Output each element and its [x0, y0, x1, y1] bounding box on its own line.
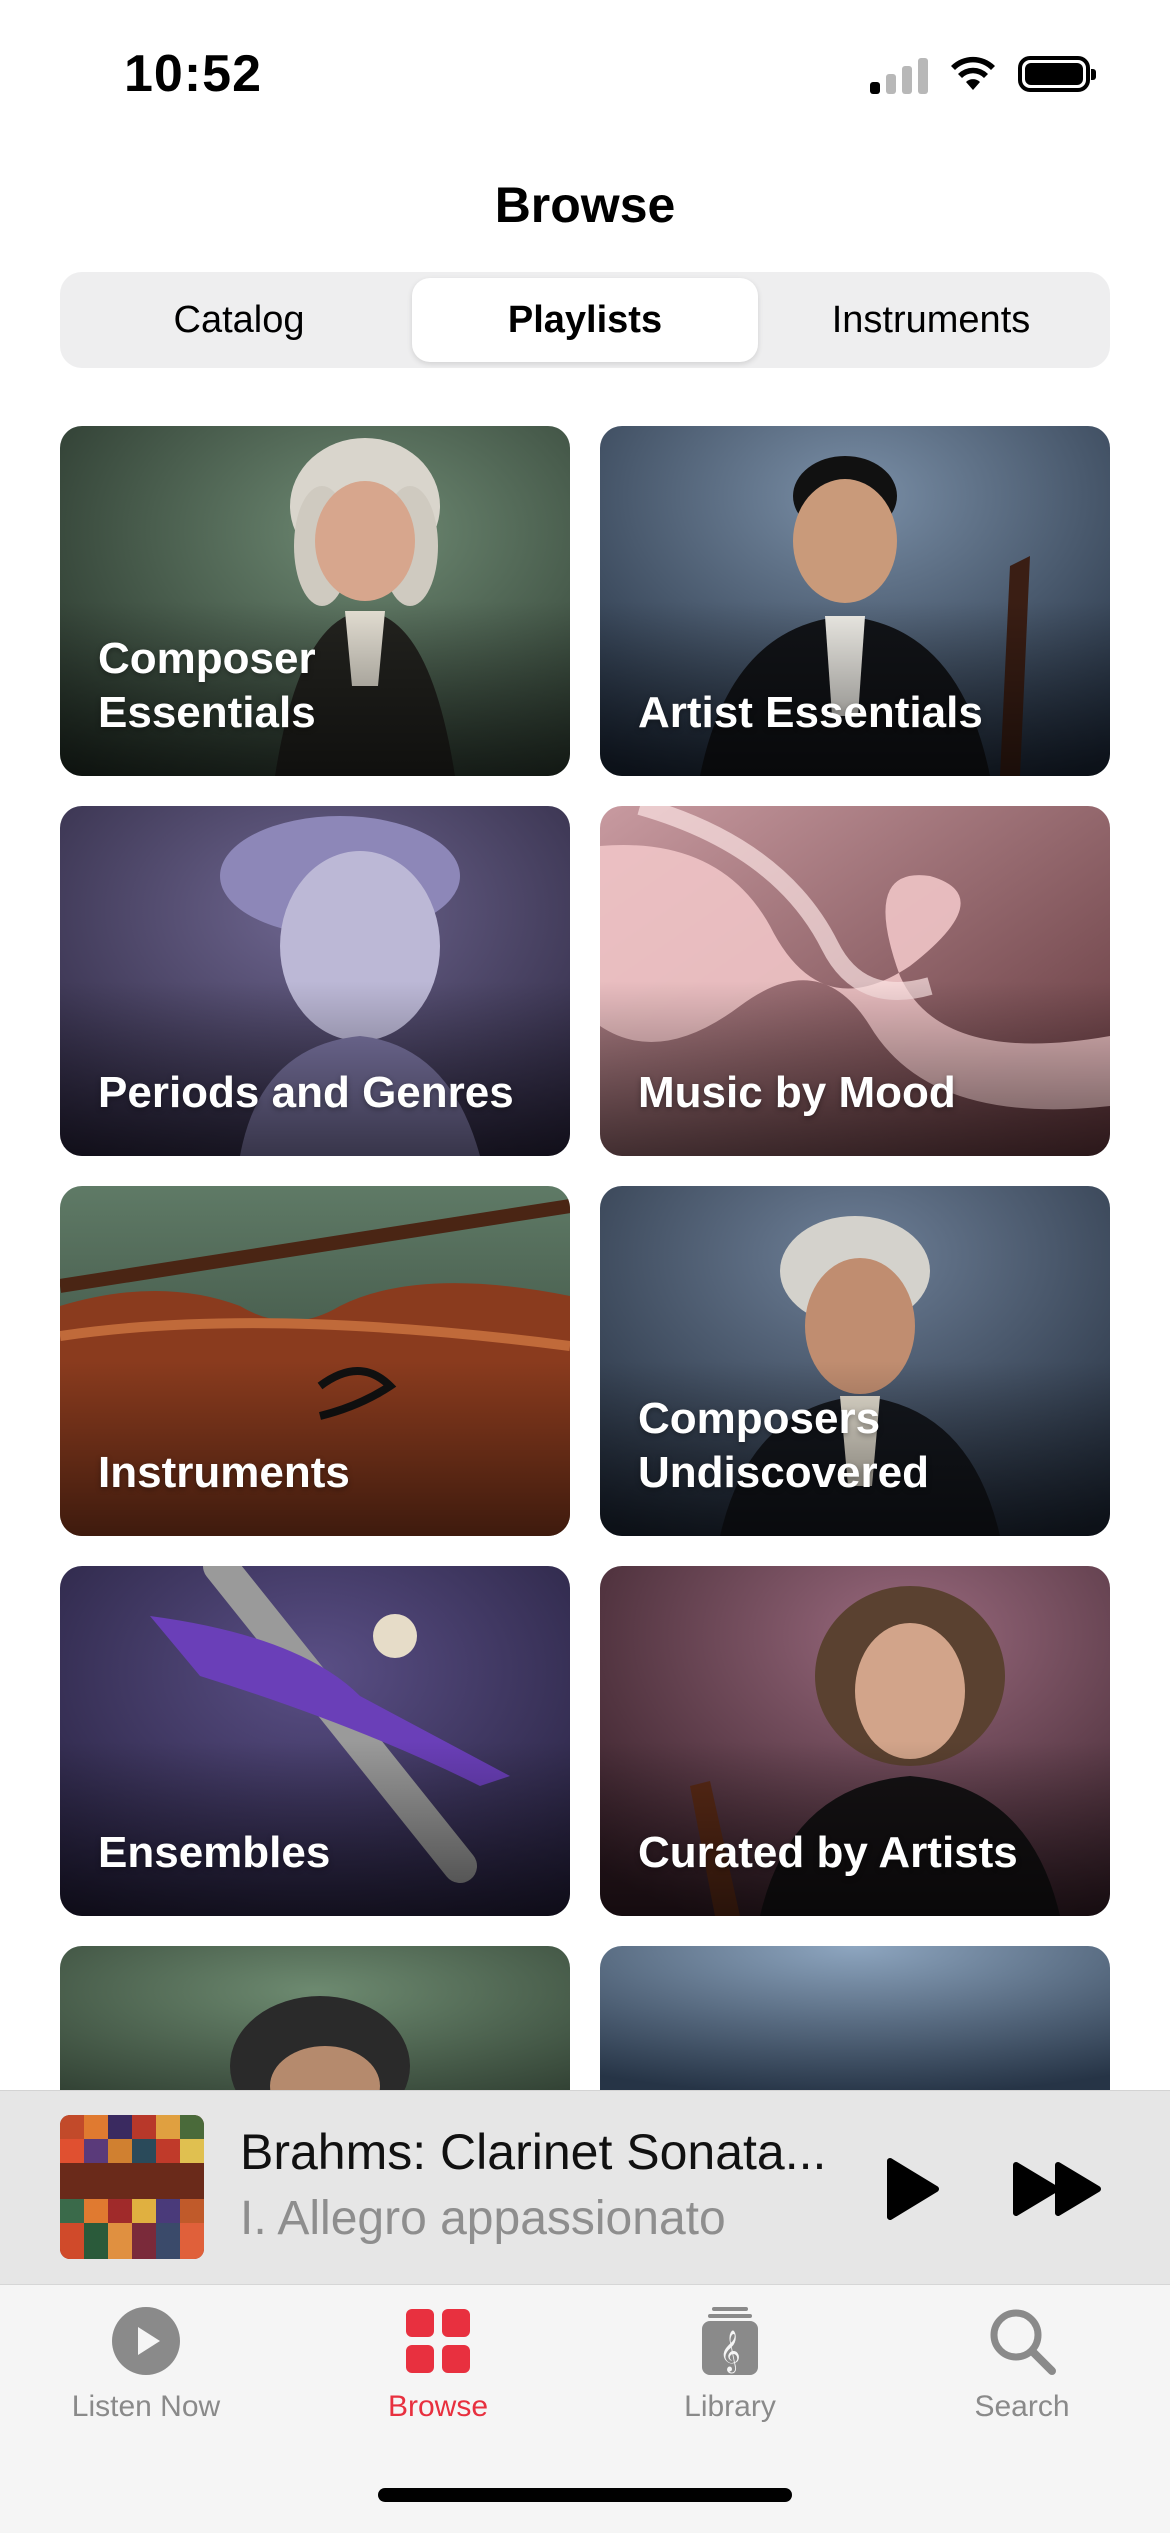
play-icon[interactable] — [882, 2157, 942, 2221]
card-label: Instruments — [98, 1448, 350, 1497]
status-time: 10:52 — [124, 45, 262, 103]
card-label: Curated by Artists — [638, 1828, 1018, 1877]
segment-playlists[interactable]: Playlists — [412, 278, 758, 362]
status-icons — [870, 54, 1096, 94]
tab-label: Listen Now — [71, 2390, 221, 2423]
card-label: Ensembles — [98, 1828, 331, 1877]
battery-icon — [1018, 56, 1096, 92]
tab-library[interactable]: 𝄞 Library — [620, 2305, 840, 2424]
card-artist-essentials[interactable]: Artist Essentials — [600, 426, 1110, 776]
tab-search[interactable]: Search — [912, 2305, 1132, 2424]
grid-icon — [406, 2309, 470, 2373]
card-label: Composer Essentials — [98, 634, 316, 737]
segment-instruments[interactable]: Instruments — [758, 278, 1104, 362]
card-partial-composer[interactable] — [60, 1946, 570, 2096]
now-playing-title: Brahms: Clarinet Sonata... — [240, 2124, 827, 2180]
card-partial-blue[interactable] — [600, 1946, 1110, 2096]
home-indicator[interactable] — [378, 2488, 792, 2502]
play-circle-icon — [112, 2307, 180, 2375]
tab-browse[interactable]: Browse — [328, 2305, 548, 2424]
page-title: Browse — [494, 177, 676, 233]
tab-label: Library — [684, 2390, 776, 2423]
now-playing-subtitle: I. Allegro appassionato — [240, 2192, 726, 2245]
album-art[interactable] — [60, 2115, 204, 2259]
cellular-signal-icon — [870, 54, 928, 94]
tab-label: Search — [974, 2390, 1070, 2423]
library-icon: 𝄞 — [702, 2307, 758, 2375]
album-art-image — [60, 2115, 204, 2259]
svg-text:𝄞: 𝄞 — [719, 2330, 740, 2373]
card-music-by-mood[interactable]: Music by Mood — [600, 806, 1110, 1156]
segment-catalog[interactable]: Catalog — [66, 278, 412, 362]
search-icon — [990, 2309, 1056, 2375]
status-bar: 10:52 — [0, 0, 1170, 150]
card-composer-essentials[interactable]: Composer Essentials — [60, 426, 570, 776]
card-label: Composers Undiscovered — [638, 1394, 929, 1497]
composer-portrait-image — [60, 1946, 570, 2096]
card-label: Music by Mood — [638, 1068, 956, 1117]
card-label: Artist Essentials — [638, 688, 983, 737]
mini-player[interactable]: Brahms: Clarinet Sonata... I. Allegro ap… — [0, 2090, 1170, 2285]
card-instruments[interactable]: Instruments — [60, 1186, 570, 1536]
tab-label: Browse — [387, 2390, 489, 2423]
card-periods-and-genres[interactable]: Periods and Genres — [60, 806, 570, 1156]
segmented-control: Catalog Playlists Instruments — [60, 272, 1110, 368]
card-composers-undiscovered[interactable]: Composers Undiscovered — [600, 1186, 1110, 1536]
fast-forward-icon[interactable] — [1010, 2157, 1106, 2221]
tab-listen-now[interactable]: Listen Now — [36, 2305, 256, 2424]
card-ensembles[interactable]: Ensembles — [60, 1566, 570, 1916]
gradient-image — [600, 1946, 1110, 2096]
card-label: Periods and Genres — [98, 1068, 514, 1117]
wifi-icon — [951, 56, 995, 90]
card-curated-by-artists[interactable]: Curated by Artists — [600, 1566, 1110, 1916]
